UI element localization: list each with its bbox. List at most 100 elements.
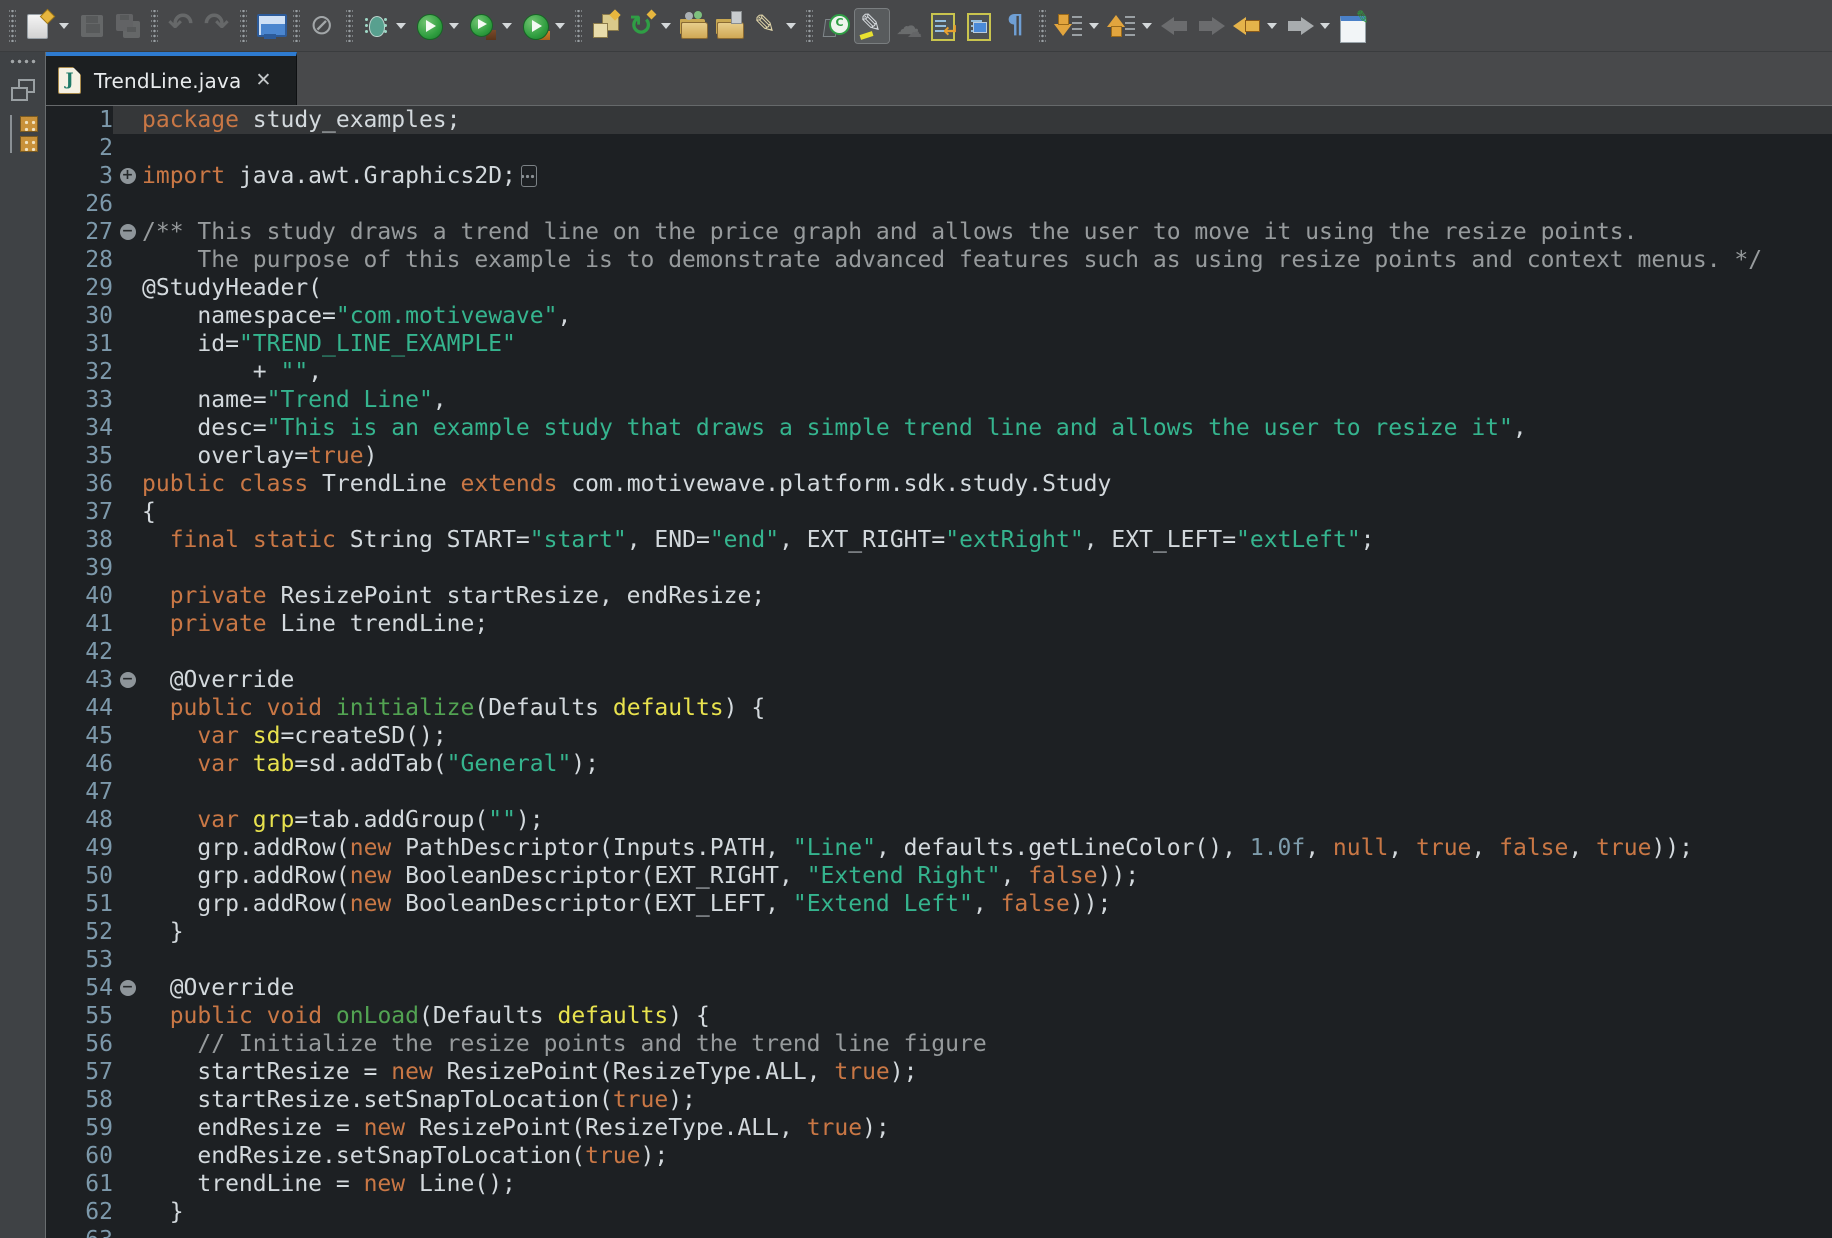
new-window-pen-button[interactable]	[1336, 9, 1370, 43]
open-console-button[interactable]	[253, 9, 287, 43]
tab-trendline-java[interactable]: J TrendLine.java ✕	[46, 52, 297, 105]
new-wizard-button[interactable]	[22, 9, 73, 43]
coverage-button[interactable]	[465, 9, 516, 43]
line-number[interactable]: 58	[46, 1086, 113, 1114]
dropdown-caret-icon[interactable]	[1142, 23, 1152, 29]
line-number[interactable]: 60	[46, 1142, 113, 1170]
dropdown-caret-icon[interactable]	[59, 23, 69, 29]
line-number[interactable]: 33	[46, 386, 113, 414]
line-number[interactable]: 51	[46, 890, 113, 918]
package-explorer-button[interactable]	[6, 115, 40, 153]
line-number[interactable]: 45	[46, 722, 113, 750]
close-tab-icon[interactable]: ✕	[255, 71, 271, 90]
dropdown-caret-icon[interactable]	[502, 23, 512, 29]
line-number[interactable]: 35	[46, 442, 113, 470]
line-number[interactable]: 49	[46, 834, 113, 862]
line-number[interactable]: 32	[46, 358, 113, 386]
toolbar-separator-handle[interactable]	[151, 10, 158, 42]
show-whitespace-button[interactable]	[999, 9, 1033, 43]
toolbar-separator-handle[interactable]	[806, 10, 813, 42]
line-number[interactable]: 42	[46, 638, 113, 666]
line-number[interactable]: 55	[46, 1002, 113, 1030]
drag-handle-icon[interactable]	[9, 58, 37, 65]
line-number[interactable]: 37	[46, 498, 113, 526]
line-number[interactable]: 26	[46, 190, 113, 218]
line-number[interactable]: 50	[46, 862, 113, 890]
dropdown-caret-icon[interactable]	[396, 23, 406, 29]
line-number[interactable]: 36	[46, 470, 113, 498]
doc-source-button[interactable]	[963, 9, 997, 43]
line-number[interactable]: 52	[46, 918, 113, 946]
line-number[interactable]: 27	[46, 218, 113, 246]
next-annotation-button[interactable]	[1052, 9, 1103, 43]
line-number[interactable]: 29	[46, 274, 113, 302]
line-number[interactable]: 54	[46, 974, 113, 1002]
line-number[interactable]: 39	[46, 554, 113, 582]
dropdown-caret-icon[interactable]	[661, 23, 671, 29]
line-number[interactable]: 31	[46, 330, 113, 358]
line-number[interactable]: 41	[46, 610, 113, 638]
line-number[interactable]: 62	[46, 1198, 113, 1226]
line-number[interactable]: 61	[46, 1170, 113, 1198]
line-number[interactable]: 47	[46, 778, 113, 806]
debug-button[interactable]	[359, 9, 410, 43]
line-number[interactable]: 57	[46, 1058, 113, 1086]
code-line-body: −/** This study draws a trend line on th…	[113, 218, 1832, 246]
code-text: startResize.setSnapToLocation(true);	[142, 1086, 696, 1114]
new-java-ee-button[interactable]	[588, 9, 622, 43]
toolbar-separator-handle[interactable]	[346, 10, 353, 42]
prev-annotation-button[interactable]	[1105, 9, 1156, 43]
refresh-button[interactable]	[624, 9, 675, 43]
dropdown-caret-icon[interactable]	[1089, 23, 1099, 29]
code-editor[interactable]: 1package study_examples;23+import java.a…	[46, 106, 1832, 1238]
record-tool-button[interactable]	[819, 9, 853, 43]
line-number[interactable]: 34	[46, 414, 113, 442]
line-number[interactable]: 40	[46, 582, 113, 610]
toolbar-separator-handle[interactable]	[1039, 10, 1046, 42]
code-line: 26	[46, 190, 1832, 218]
restore-view-button[interactable]	[10, 79, 36, 101]
fold-expand-icon[interactable]: +	[120, 168, 136, 184]
toolbar-separator-handle[interactable]	[240, 10, 247, 42]
dropdown-caret-icon[interactable]	[1320, 23, 1330, 29]
fold-collapse-icon[interactable]: −	[120, 980, 136, 996]
line-number[interactable]: 38	[46, 526, 113, 554]
dropdown-caret-icon[interactable]	[555, 23, 565, 29]
code-line-body: + "",	[113, 358, 1832, 386]
line-number[interactable]: 43	[46, 666, 113, 694]
line-number[interactable]: 56	[46, 1030, 113, 1058]
line-number[interactable]: 30	[46, 302, 113, 330]
line-number[interactable]: 53	[46, 946, 113, 974]
toolbar-separator-handle[interactable]	[9, 10, 16, 42]
highlighter-button[interactable]	[855, 9, 889, 43]
line-number[interactable]: 48	[46, 806, 113, 834]
line-number[interactable]: 28	[46, 246, 113, 274]
open-resource-button[interactable]	[677, 9, 711, 43]
dropdown-caret-icon[interactable]	[1267, 23, 1277, 29]
external-tools-button[interactable]	[518, 9, 569, 43]
fold-collapse-icon[interactable]: −	[120, 224, 136, 240]
toolbar-separator-handle[interactable]	[293, 10, 300, 42]
fold-collapse-icon[interactable]: −	[120, 672, 136, 688]
collapsed-region-badge[interactable]	[521, 165, 537, 187]
skip-breakpoints-button[interactable]	[306, 9, 340, 43]
run-button[interactable]	[412, 9, 463, 43]
code-line: 59 endResize = new ResizePoint(ResizeTyp…	[46, 1114, 1832, 1142]
line-number[interactable]: 2	[46, 134, 113, 162]
code-text: private ResizePoint startResize, endResi…	[142, 582, 765, 610]
dropdown-caret-icon[interactable]	[449, 23, 459, 29]
line-number[interactable]: 46	[46, 750, 113, 778]
code-text: startResize = new ResizePoint(ResizeType…	[142, 1058, 917, 1086]
line-number[interactable]: 59	[46, 1114, 113, 1142]
dropdown-caret-icon[interactable]	[786, 23, 796, 29]
toolbar-separator-handle[interactable]	[575, 10, 582, 42]
marker-pen-button[interactable]	[749, 9, 800, 43]
line-number[interactable]: 3	[46, 162, 113, 190]
open-folder-button[interactable]	[713, 9, 747, 43]
line-number[interactable]: 44	[46, 694, 113, 722]
last-edit-location-button[interactable]	[1230, 9, 1281, 43]
doc-return-button[interactable]	[927, 9, 961, 43]
forward-nav-button[interactable]	[1283, 9, 1334, 43]
line-number[interactable]: 63	[46, 1226, 113, 1238]
line-number[interactable]: 1	[46, 106, 113, 134]
